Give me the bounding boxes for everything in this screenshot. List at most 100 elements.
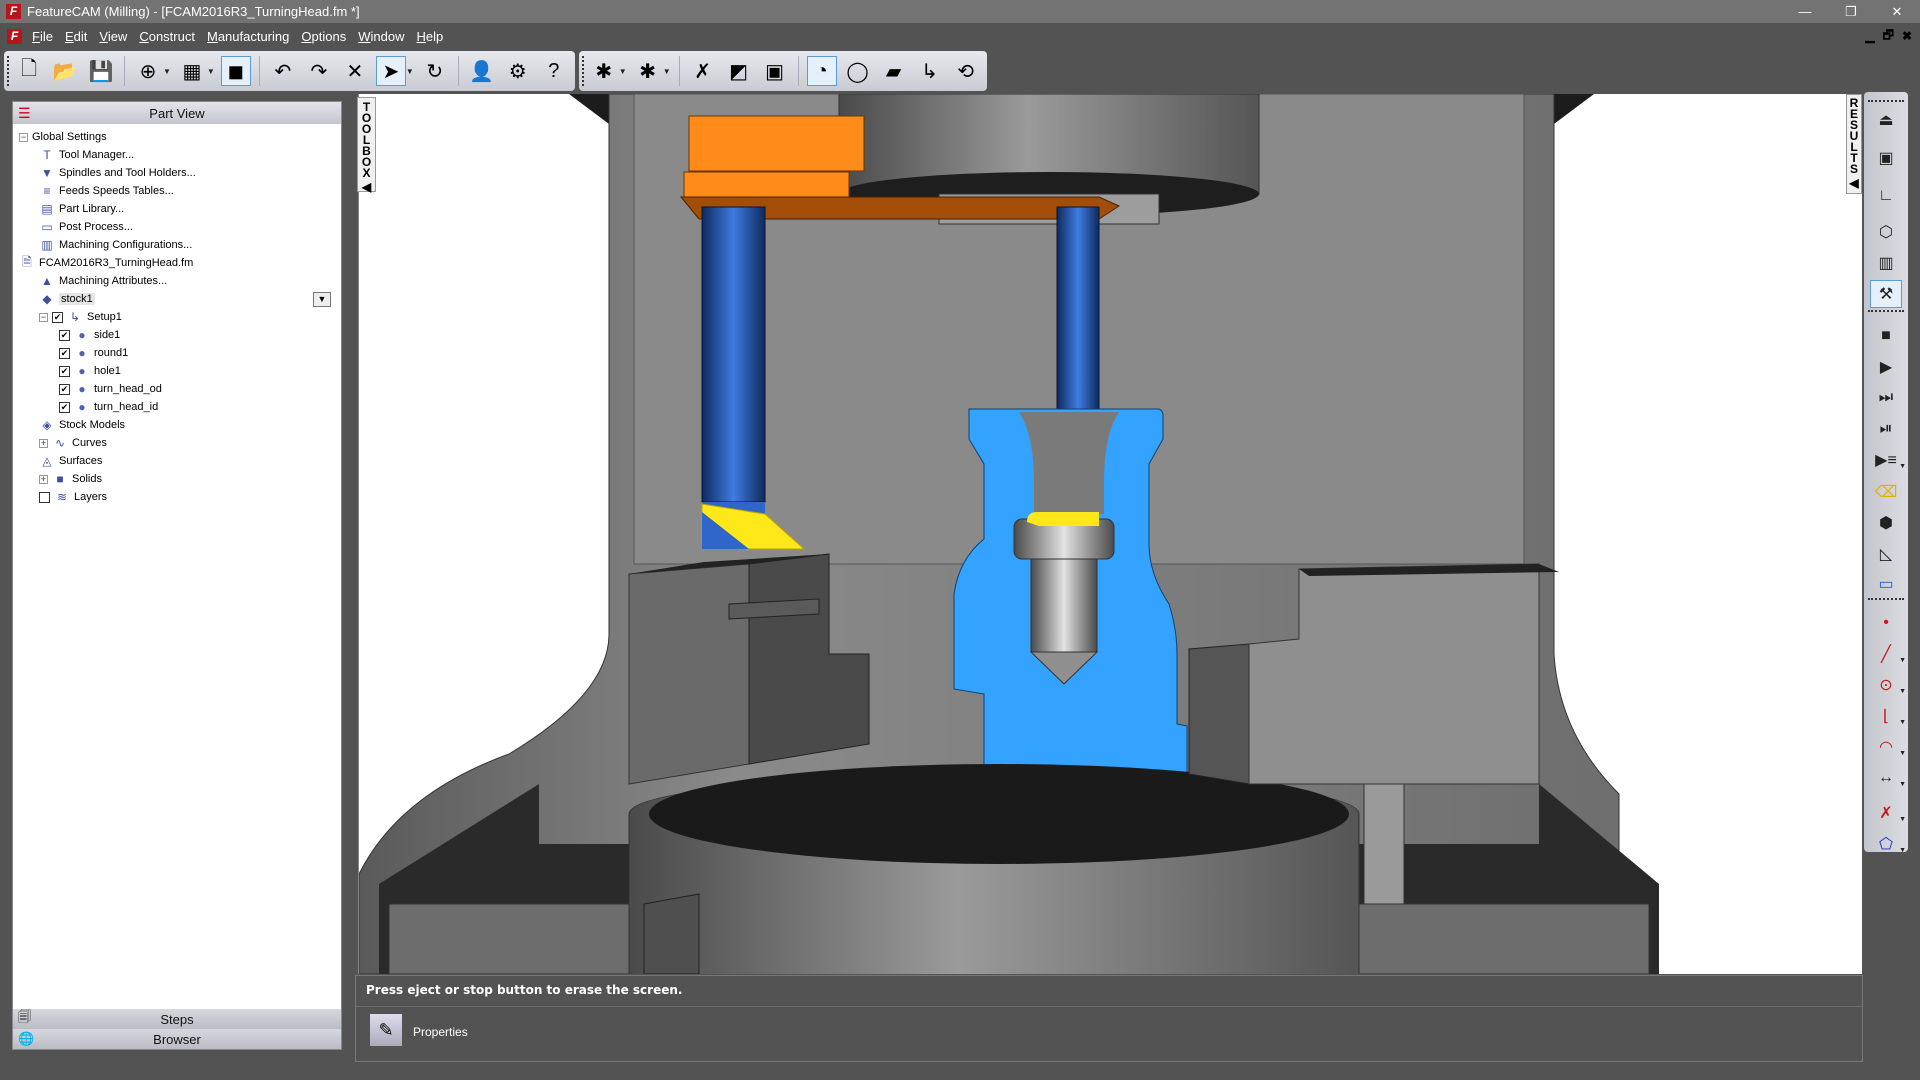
visibility-checkbox[interactable] <box>39 491 50 503</box>
user-info-button[interactable]: 👤 <box>467 56 497 86</box>
tree-item[interactable]: − Global Settings <box>19 128 337 146</box>
expand-icon[interactable]: + <box>39 474 48 484</box>
geometry-check-dropdown-arrow[interactable]: ▼ <box>1899 847 1906 854</box>
save-file-button[interactable]: 💾 <box>86 56 116 86</box>
view-globe-button[interactable]: ⊕ <box>133 56 163 86</box>
snowflake-features-dropdown-arrow[interactable]: ▼ <box>619 67 627 76</box>
toolbox-tab[interactable]: T O O L B O X ◀ <box>357 97 376 193</box>
solid-wizard-button[interactable]: ▣ <box>760 56 790 86</box>
visibility-checkbox[interactable]: ✔ <box>59 347 70 359</box>
help-button[interactable]: ? <box>539 56 569 86</box>
toolbar-grip[interactable] <box>1868 598 1904 600</box>
step-options-button[interactable]: ▶≡ ▼ <box>1870 446 1906 474</box>
trim-button[interactable]: ✗ ▼ <box>1870 799 1906 827</box>
dimension-gauge-button[interactable]: ◔ <box>806 56 837 86</box>
tree-item[interactable]: − ✔ ↳ Setup1 <box>39 308 337 326</box>
menu-manufacturing[interactable]: Manufacturing <box>201 29 295 44</box>
toolbar-grip[interactable] <box>1868 100 1904 102</box>
menu-file[interactable]: File <box>26 29 59 44</box>
setup-axes-button[interactable]: ↳ <box>915 56 945 86</box>
line-dropdown-arrow[interactable]: ▼ <box>1899 657 1906 664</box>
machine-simulation-button[interactable]: ⚒ <box>1870 280 1902 308</box>
eraser-button[interactable]: ⌫ <box>1870 478 1902 506</box>
menu-edit[interactable]: Edit <box>59 29 93 44</box>
support-button[interactable]: ⚙ <box>503 56 533 86</box>
trim-dropdown-arrow[interactable]: ▼ <box>1899 816 1906 823</box>
close-button[interactable]: ✕ <box>1874 0 1920 23</box>
centerline-button[interactable]: ∟ <box>1870 182 1902 210</box>
tree-item[interactable]: ✔ ● side1 <box>59 326 337 344</box>
tree-item[interactable]: + ■ Solids <box>39 470 337 488</box>
fillet-button[interactable]: ⌊ ▼ <box>1870 702 1906 730</box>
toolbar-grip[interactable] <box>1868 310 1904 312</box>
color-palette-button[interactable]: ▦ <box>177 56 207 86</box>
select-arrow-button[interactable]: ➤ <box>375 56 406 86</box>
snowflake-features-button[interactable]: ✱ <box>589 56 619 86</box>
surface-wizard-button[interactable]: ◩ <box>724 56 754 86</box>
tree-item[interactable]: ✔ ● hole1 <box>59 362 337 380</box>
toolpath-view-button[interactable]: ▣ <box>1870 144 1902 172</box>
tree-item[interactable]: ≋ Layers <box>39 488 337 506</box>
properties-button[interactable]: ✎ <box>370 1014 402 1046</box>
circle-dropdown-arrow[interactable]: ▼ <box>1899 688 1906 695</box>
redo-button[interactable]: ↷ <box>304 56 334 86</box>
new-file-button[interactable]: 🗋 <box>14 56 44 86</box>
fast-forward-button[interactable]: ⏭ <box>1870 384 1902 412</box>
tree-item[interactable]: ◆ stock1 ▼ <box>39 290 337 308</box>
tree-item[interactable]: ▼ Spindles and Tool Holders... <box>39 164 337 182</box>
view-globe-dropdown-arrow[interactable]: ▼ <box>163 67 171 76</box>
point-button[interactable]: • <box>1870 609 1902 637</box>
menu-window[interactable]: Window <box>352 29 410 44</box>
circle-button[interactable]: ⊙ ▼ <box>1870 671 1906 699</box>
geometry-check-button[interactable]: ⬠ ▼ <box>1870 830 1906 858</box>
tree-item[interactable]: ✔ ● turn_head_od <box>59 380 337 398</box>
fillet-dropdown-arrow[interactable]: ▼ <box>1899 719 1906 726</box>
menu-view[interactable]: View <box>93 29 133 44</box>
circle-tool-button[interactable]: ◯ <box>843 56 873 86</box>
doc-restore-button[interactable]: 🗗 <box>1883 26 1894 47</box>
arc-dropdown-arrow[interactable]: ▼ <box>1899 750 1906 757</box>
menu-options[interactable]: Options <box>295 29 352 44</box>
play-button[interactable]: ▶ <box>1870 353 1902 381</box>
collapse-icon[interactable]: − <box>19 132 28 142</box>
tree-item[interactable]: 🗎 FCAM2016R3_TurningHead.fm <box>19 254 337 272</box>
dimension-dropdown-arrow[interactable]: ▼ <box>1899 781 1906 788</box>
delete-button[interactable]: ✕ <box>340 56 370 86</box>
collapse-icon[interactable]: − <box>39 312 48 322</box>
tree-item[interactable]: ▲ Machining Attributes... <box>39 272 337 290</box>
eject-button[interactable]: ⏏ <box>1870 106 1902 134</box>
tree-item[interactable]: ◈ Stock Models <box>39 416 337 434</box>
curve-wizard-button[interactable]: ✗ <box>688 56 718 86</box>
stock-cubes-button[interactable]: ◼ <box>220 56 251 86</box>
speed-slider-button[interactable]: ▭ <box>1870 570 1902 598</box>
step-options-dropdown-arrow[interactable]: ▼ <box>1899 463 1906 470</box>
stock-dynamics-button[interactable]: ▥ <box>1870 249 1902 277</box>
visibility-checkbox[interactable]: ✔ <box>59 383 70 395</box>
tree-item[interactable]: + ∿ Curves <box>39 434 337 452</box>
surface-profile-button[interactable]: ◺ <box>1870 540 1902 568</box>
rotate-button[interactable]: ↻ <box>420 56 450 86</box>
color-palette-dropdown-arrow[interactable]: ▼ <box>207 67 215 76</box>
graphics-viewport[interactable] <box>358 94 1862 974</box>
expand-icon[interactable]: + <box>39 438 48 448</box>
browser-tab[interactable]: 🌐 Browser <box>13 1029 341 1049</box>
menu-help[interactable]: Help <box>410 29 449 44</box>
select-arrow-dropdown-arrow[interactable]: ▼ <box>406 67 414 76</box>
stock-dropdown-button[interactable]: ▼ <box>313 291 331 307</box>
restore-button[interactable]: ❐ <box>1828 0 1874 23</box>
visibility-checkbox[interactable]: ✔ <box>59 329 70 341</box>
doc-minimize-button[interactable]: ▁ <box>1865 29 1874 43</box>
open-file-button[interactable]: 📂 <box>50 56 80 86</box>
visibility-checkbox[interactable]: ✔ <box>59 401 70 413</box>
coordinate-system-button[interactable]: ⟲ <box>951 56 981 86</box>
tree-item[interactable]: ▥ Machining Configurations... <box>39 236 337 254</box>
tree-item[interactable]: ▤ Part Library... <box>39 200 337 218</box>
snowflake-gray-dropdown-arrow[interactable]: ▼ <box>663 67 671 76</box>
results-tab[interactable]: R E S U L T S ◀ <box>1846 94 1862 194</box>
tree-item[interactable]: ▭ Post Process... <box>39 218 337 236</box>
3d-simulation-button[interactable]: ⬡ <box>1870 218 1902 246</box>
doc-close-button[interactable]: ✖ <box>1902 29 1912 43</box>
gouge-check-button[interactable]: ⬢ <box>1870 509 1902 537</box>
visibility-checkbox[interactable]: ✔ <box>59 365 70 377</box>
tree-item[interactable]: ◬ Surfaces <box>39 452 337 470</box>
